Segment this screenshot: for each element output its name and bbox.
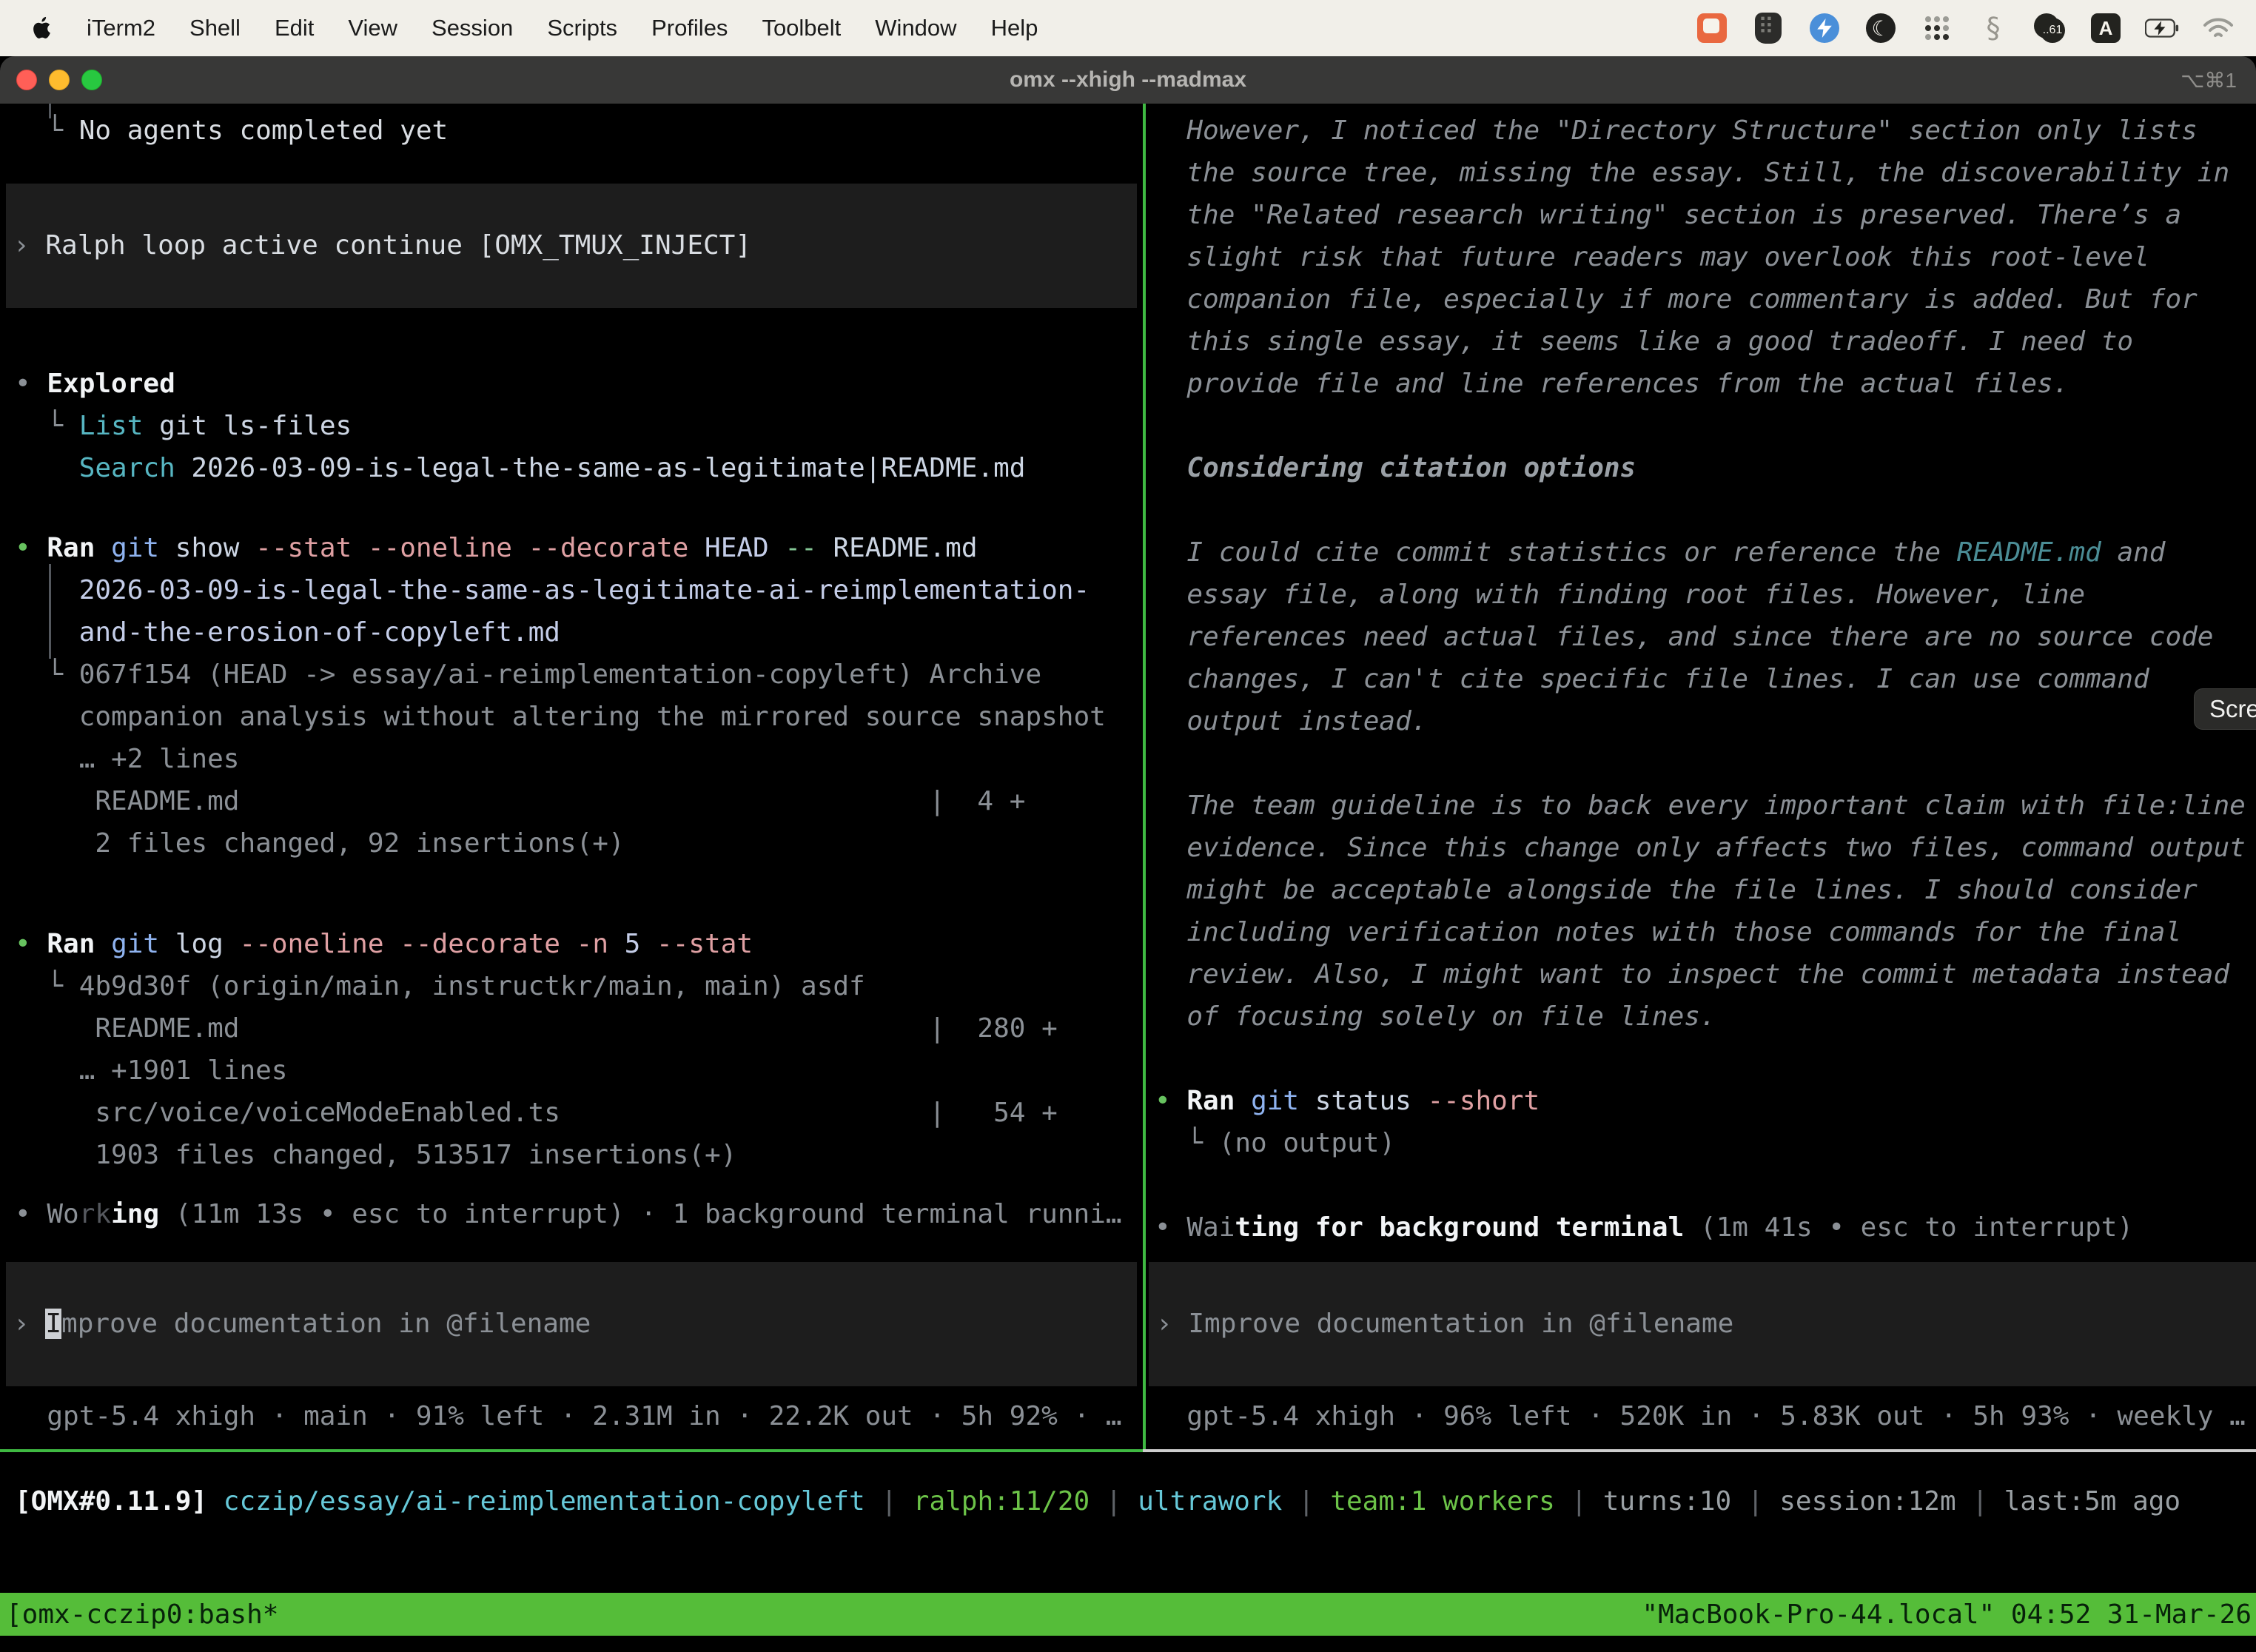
- window-shortcut: ⌥⌘1: [2181, 68, 2237, 93]
- menu-item-shell[interactable]: Shell: [172, 15, 258, 41]
- window-title: omx --xhigh --madmax: [0, 67, 2256, 93]
- right-pane-border: [1143, 1449, 2256, 1452]
- reasoning-paragraph-1: However, I noticed the "Directory Struct…: [1149, 110, 2256, 405]
- reasoning-paragraph-3: The team guideline is to back every impo…: [1149, 785, 2256, 1038]
- reasoning-heading: Considering citation options: [1149, 447, 2256, 489]
- waiting-status-line: • Waiting for background terminal (1m 41…: [1149, 1206, 2256, 1249]
- grid-shield-icon[interactable]: [1751, 11, 1785, 45]
- tmux-status-bar: [omx-cczip0:bash* "MacBook-Pro-44.local"…: [0, 1593, 2256, 1636]
- menu-item-scripts[interactable]: Scripts: [530, 15, 634, 41]
- left-pane-border: [0, 1449, 1143, 1452]
- status-icons: ☾ § ..61 A: [1695, 11, 2256, 45]
- menu-item-help[interactable]: Help: [974, 15, 1055, 41]
- left-agents-note: └ No agents completed yet: [0, 110, 1143, 152]
- git-show-section: • Ran git show --stat --oneline --decora…: [0, 527, 1143, 864]
- ralph-loop-box: › Ralph loop active continue [OMX_TMUX_I…: [6, 184, 1137, 308]
- menu-items: iTerm2 Shell Edit View Session Scripts P…: [0, 11, 1055, 45]
- omx-status-line: [OMX#0.11.9] cczip/essay/ai-reimplementa…: [15, 1480, 2250, 1522]
- bolt-badge-icon[interactable]: [1807, 11, 1842, 45]
- tree-line: [49, 564, 51, 659]
- moon-circle-icon[interactable]: ☾: [1864, 11, 1898, 45]
- menu-item-session[interactable]: Session: [414, 15, 530, 41]
- battery-icon[interactable]: [2145, 11, 2179, 45]
- working-status-line: • Working (11m 13s • esc to interrupt) ·…: [0, 1193, 1143, 1235]
- menu-bar: iTerm2 Shell Edit View Session Scripts P…: [0, 0, 2256, 56]
- wifi-icon[interactable]: [2201, 11, 2235, 45]
- window-title-bar: omx --xhigh --madmax ⌥⌘1: [0, 56, 2256, 104]
- dots-grid-icon[interactable]: [1920, 11, 1954, 45]
- tmux-session-label: [omx-cczip0:bash*: [0, 1599, 278, 1630]
- tmux-host-clock: "MacBook-Pro-44.local" 04:52 31-Mar-26: [1642, 1599, 2256, 1630]
- count-badge-icon[interactable]: ..61: [2032, 11, 2067, 45]
- reasoning-paragraph-2: I could cite commit statistics or refere…: [1149, 531, 2256, 742]
- right-prompt-input[interactable]: › Improve documentation in @filename: [1149, 1262, 2256, 1386]
- git-status-section: • Ran git status --short └ (no output): [1149, 1080, 2256, 1164]
- git-log-section: • Ran git log --oneline --decorate -n 5 …: [0, 923, 1143, 1176]
- keyboard-layout-icon[interactable]: A: [2089, 11, 2123, 45]
- dragon-icon[interactable]: §: [1976, 11, 2010, 45]
- menu-item-edit[interactable]: Edit: [258, 15, 331, 41]
- right-model-status: gpt-5.4 xhigh · 96% left · 520K in · 5.8…: [1149, 1395, 2256, 1437]
- pane-divider[interactable]: [1143, 104, 1146, 1449]
- menu-item-window[interactable]: Window: [858, 15, 973, 41]
- menu-item-profiles[interactable]: Profiles: [634, 15, 745, 41]
- menu-item-view[interactable]: View: [331, 15, 414, 41]
- menu-item-iterm2[interactable]: iTerm2: [70, 15, 172, 41]
- screen-notification: Scre: [2194, 688, 2256, 730]
- apple-icon[interactable]: [25, 11, 59, 45]
- screen: iTerm2 Shell Edit View Session Scripts P…: [0, 0, 2256, 1652]
- left-model-status: gpt-5.4 xhigh · main · 91% left · 2.31M …: [0, 1395, 1143, 1437]
- explored-section: • Explored └ List git ls-files Search 20…: [0, 363, 1143, 489]
- left-prompt-input[interactable]: › Improve documentation in @filename: [6, 1262, 1137, 1386]
- chat-app-icon[interactable]: [1695, 11, 1729, 45]
- menu-item-toolbelt[interactable]: Toolbelt: [745, 15, 858, 41]
- tree-line: [49, 104, 51, 118]
